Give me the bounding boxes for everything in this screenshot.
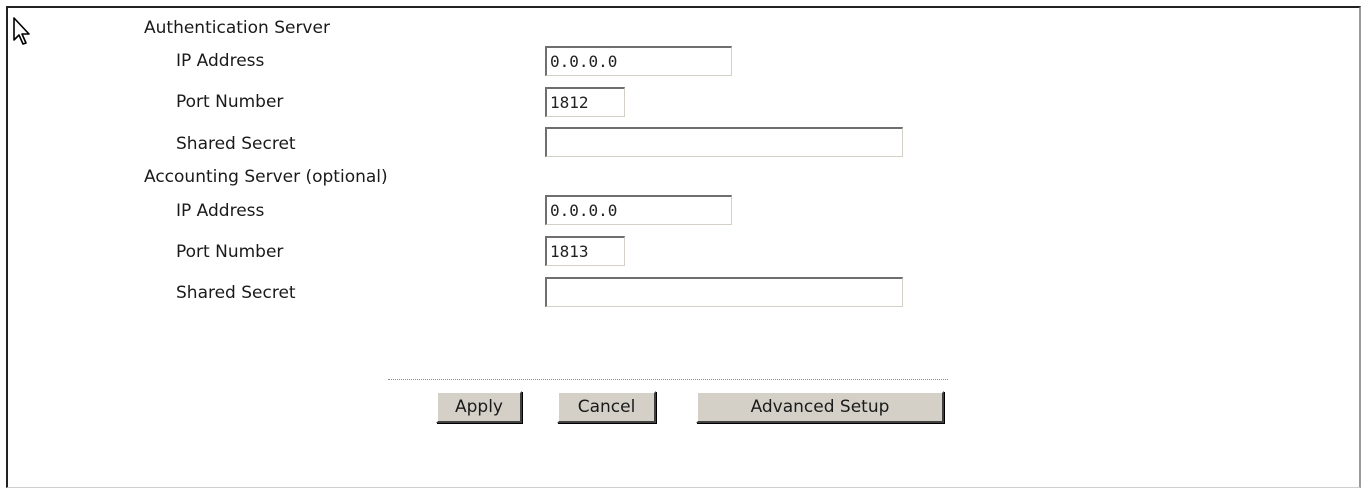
- acct-port-number-label: Port Number: [176, 242, 284, 262]
- auth-shared-secret-input[interactable]: [545, 127, 903, 157]
- acct-shared-secret-input[interactable]: [545, 277, 903, 307]
- mouse-pointer-icon: [13, 17, 30, 45]
- cancel-button[interactable]: Cancel: [557, 391, 656, 423]
- accounting-server-heading: Accounting Server (optional): [144, 167, 388, 187]
- auth-shared-secret-label: Shared Secret: [176, 134, 296, 154]
- acct-ip-address-label: IP Address: [176, 201, 265, 221]
- acct-port-number-input[interactable]: [545, 236, 625, 266]
- button-divider: [388, 379, 948, 380]
- auth-port-number-label: Port Number: [176, 92, 284, 112]
- auth-port-number-input[interactable]: [545, 87, 625, 117]
- auth-ip-address-input[interactable]: [545, 46, 732, 76]
- acct-ip-address-input[interactable]: [545, 195, 732, 225]
- acct-shared-secret-label: Shared Secret: [176, 283, 296, 303]
- auth-ip-address-label: IP Address: [176, 51, 265, 71]
- apply-button[interactable]: Apply: [436, 391, 522, 423]
- advanced-setup-button[interactable]: Advanced Setup: [696, 391, 944, 423]
- authentication-server-heading: Authentication Server: [144, 18, 330, 38]
